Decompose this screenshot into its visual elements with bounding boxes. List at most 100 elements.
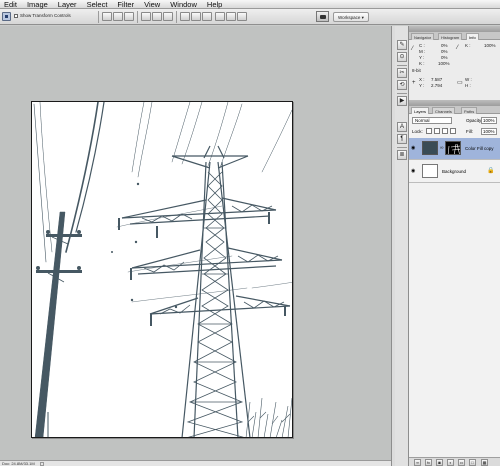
options-separator	[176, 11, 177, 23]
info-c-value: 0%	[441, 43, 448, 48]
layer-name: Background	[442, 169, 467, 174]
tab-histogram[interactable]: Histogram	[438, 33, 463, 40]
menu-help[interactable]: Help	[202, 0, 227, 9]
options-separator	[98, 11, 99, 23]
brush-preset-icon[interactable]: ✎	[397, 40, 407, 50]
new-layer-button[interactable]: □	[469, 459, 476, 466]
layer-comps-icon[interactable]: ≣	[397, 150, 407, 160]
document-info: Doc: 24.8M/33.1M	[2, 461, 35, 466]
visibility-eye-icon[interactable]: ◉	[411, 169, 417, 174]
power-lines-photo	[33, 102, 292, 437]
paragraph-icon[interactable]: ¶	[397, 134, 407, 144]
menu-view[interactable]: View	[139, 0, 165, 9]
info-y-label: Y :	[419, 55, 425, 60]
character-icon[interactable]: A	[397, 122, 407, 132]
lock-transparency-checkbox[interactable]	[426, 128, 432, 134]
blend-mode-select[interactable]: Normal	[412, 117, 452, 124]
menu-bar: Edit Image Layer Select Filter View Wind…	[0, 0, 500, 9]
align-center-button[interactable]	[152, 12, 162, 21]
layer-row-color-fill-copy[interactable]: ◉ ∞ Color Fill copy	[409, 138, 500, 160]
distribute-top-button[interactable]	[180, 12, 190, 21]
align-right-button[interactable]	[163, 12, 173, 21]
actions-icon[interactable]: ▶	[397, 96, 407, 106]
layer-mask-thumbnail[interactable]	[445, 141, 461, 155]
align-left-button[interactable]	[141, 12, 151, 21]
crosshair-icon: +	[412, 80, 416, 86]
delete-layer-button[interactable]: ▦	[481, 459, 488, 466]
distribute-right-button[interactable]	[237, 12, 247, 21]
menu-layer[interactable]: Layer	[53, 0, 82, 9]
lock-label: Lock:	[412, 129, 423, 134]
opacity-input[interactable]: 100%	[481, 117, 497, 124]
transform-controls-label: Show Transform Controls	[20, 13, 71, 18]
tab-info[interactable]: Info	[466, 33, 479, 40]
visibility-eye-icon[interactable]: ◉	[411, 146, 417, 151]
status-menu-arrow-icon[interactable]	[40, 462, 44, 466]
link-layers-button[interactable]: ∞	[414, 459, 421, 466]
add-mask-button[interactable]: ◙	[436, 459, 443, 466]
info-y-pos-value: 2.794	[431, 83, 443, 88]
distribute-middle-button[interactable]	[191, 12, 201, 21]
align-top-button[interactable]	[102, 12, 112, 21]
layer-name: Color Fill copy	[465, 146, 494, 151]
panel-icon-column: ✎ ⊙ ✂ ⟲ ▶ A ¶ ≣	[395, 26, 409, 466]
tab-channels[interactable]: Channels	[432, 107, 455, 114]
canvas-area	[0, 26, 391, 460]
history-icon[interactable]: ⟲	[397, 80, 407, 90]
workspace-dropdown[interactable]: Workspace ▾	[333, 12, 369, 22]
link-icon: ∞	[440, 145, 444, 151]
options-separator	[137, 11, 138, 23]
tab-navigator[interactable]: Navigator	[411, 33, 435, 40]
fill-input[interactable]: 100%	[481, 128, 497, 135]
distribute-center-button[interactable]	[226, 12, 236, 21]
layers-panel-footer: ∞ fx ◙ ◐ ▭ □ ▦	[409, 457, 500, 466]
info-x-label: X :	[419, 77, 425, 82]
column-separator	[397, 147, 407, 148]
tab-layers[interactable]: Layers	[411, 107, 430, 114]
menu-image[interactable]: Image	[22, 0, 53, 9]
info-c-label: C :	[419, 43, 425, 48]
column-separator	[397, 93, 407, 94]
clone-source-icon[interactable]: ⊙	[397, 52, 407, 62]
info-w-label: W :	[465, 77, 472, 82]
menu-filter[interactable]: Filter	[112, 0, 139, 9]
eyedropper-icon[interactable]: ⁄	[412, 46, 418, 52]
align-middle-button[interactable]	[113, 12, 123, 21]
layers-panel-tabs: Layers Channels Paths	[409, 106, 500, 114]
info-y-value: 0%	[441, 55, 448, 60]
layer-row-background[interactable]: ◉ Background 🔒	[409, 161, 500, 183]
lock-all-checkbox[interactable]	[450, 128, 456, 134]
info-h-label: H :	[465, 83, 471, 88]
background-thumbnail	[422, 164, 438, 178]
menu-select[interactable]: Select	[82, 0, 113, 9]
transform-controls-checkbox[interactable]	[14, 14, 18, 18]
adjustment-layer-button[interactable]: ◐	[447, 459, 454, 466]
lock-icon: 🔒	[487, 168, 495, 174]
lock-position-checkbox[interactable]	[442, 128, 448, 134]
distribute-left-button[interactable]	[215, 12, 225, 21]
info-panel-tabs: Navigator Histogram Info	[409, 32, 500, 40]
options-bar: Show Transform Controls Workspace ▾	[0, 9, 500, 25]
eyedropper-icon[interactable]: ⁄	[457, 45, 463, 51]
tool-preset-icon[interactable]: ✂	[397, 68, 407, 78]
menu-window[interactable]: Window	[165, 0, 202, 9]
tab-paths[interactable]: Paths	[461, 107, 478, 114]
mask-preview	[447, 143, 460, 154]
info-bit-depth: 8-bit	[412, 68, 421, 73]
tool-preset-picker[interactable]	[2, 12, 11, 21]
new-group-button[interactable]: ▭	[458, 459, 465, 466]
fill-layer-thumbnail	[422, 141, 438, 155]
document-image[interactable]	[31, 101, 293, 438]
status-bar: Doc: 24.8M/33.1M	[0, 460, 391, 466]
palette-well-button[interactable]	[316, 11, 329, 22]
layer-style-button[interactable]: fx	[425, 459, 432, 466]
info-y-pos-label: Y :	[419, 83, 425, 88]
column-separator	[397, 65, 407, 66]
distribute-bottom-button[interactable]	[202, 12, 212, 21]
fill-label: Fill:	[466, 129, 473, 134]
align-bottom-button[interactable]	[124, 12, 134, 21]
lock-pixels-checkbox[interactable]	[434, 128, 440, 134]
menu-edit[interactable]: Edit	[0, 0, 22, 9]
info-m-value: 0%	[441, 49, 448, 54]
info-k2-value: 100%	[484, 43, 496, 48]
